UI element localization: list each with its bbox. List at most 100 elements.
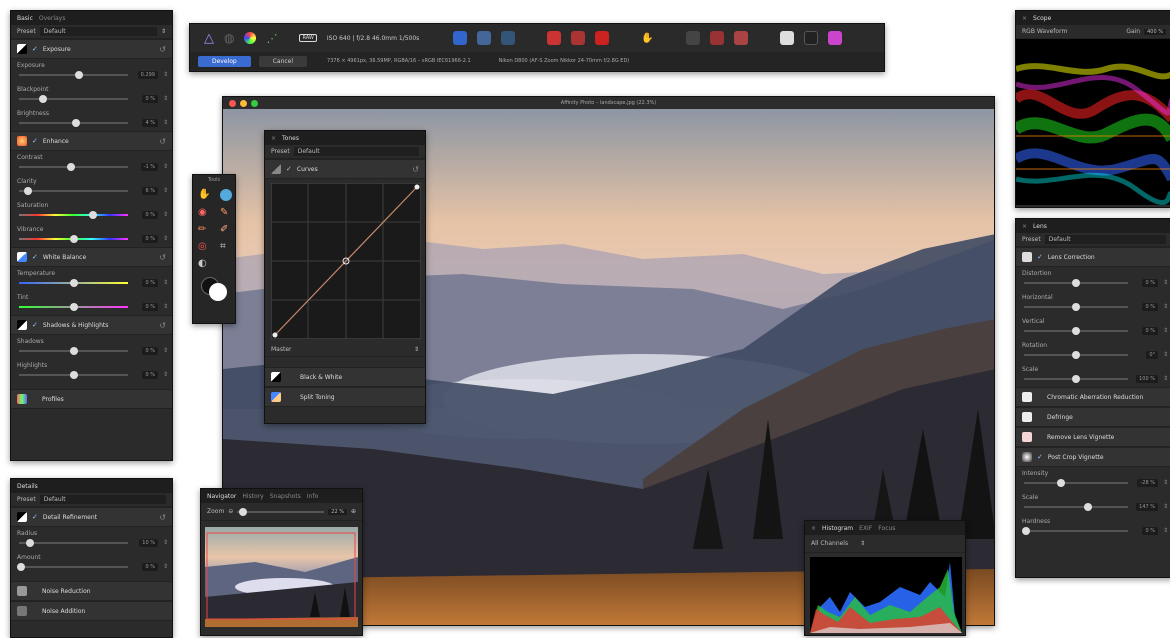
develop-button[interactable]: Develop	[198, 55, 251, 67]
slider-knob[interactable]	[1022, 527, 1031, 535]
tab-details[interactable]: Details	[17, 483, 38, 490]
exposure-section[interactable]: ✓ Exposure ↺	[11, 39, 172, 59]
reset-icon[interactable]: ↺	[159, 253, 166, 262]
white-balance-tool-icon[interactable]: ◐	[198, 258, 214, 269]
close-icon[interactable]: ×	[1022, 15, 1027, 22]
slider-knob[interactable]	[25, 539, 34, 547]
close-icon[interactable]: ×	[1022, 223, 1027, 230]
slider-knob[interactable]	[69, 235, 78, 243]
slider-knob[interactable]	[89, 211, 98, 219]
channel-dropdown[interactable]: All Channels	[811, 540, 848, 547]
tab-scope[interactable]: Scope	[1033, 15, 1051, 22]
preset-dropdown[interactable]: Default	[39, 27, 157, 36]
slider-knob[interactable]	[17, 563, 26, 571]
chromatic-aberration-section[interactable]: Chromatic Aberration Reduction	[1016, 387, 1170, 407]
slider-value[interactable]: -1 %	[140, 163, 158, 171]
noise-reduction-section[interactable]: Noise Reduction	[11, 581, 172, 601]
slider-value[interactable]: 0.299	[137, 71, 158, 79]
profiles-section[interactable]: Profiles	[11, 389, 172, 409]
slider-value[interactable]: 0 %	[142, 303, 158, 311]
slider-track[interactable]	[1022, 527, 1128, 535]
slider-knob[interactable]	[1084, 503, 1093, 511]
stepper-icon[interactable]: ⇕	[163, 279, 168, 286]
color-bg-icon[interactable]	[827, 31, 842, 45]
slider-value[interactable]: 0 %	[142, 563, 158, 571]
stepper-icon[interactable]: ⇕	[163, 187, 168, 194]
tab-navigator[interactable]: Navigator	[207, 493, 236, 500]
blemish-tool-icon[interactable]: ✎	[220, 207, 235, 218]
foreground-color-swatch[interactable]	[209, 283, 227, 301]
slider-value[interactable]: 0°	[1146, 351, 1158, 359]
slider-track[interactable]	[19, 95, 128, 103]
slider-knob[interactable]	[1057, 479, 1066, 487]
stepper-icon[interactable]: ⇕	[163, 371, 168, 378]
slider-value[interactable]: 0 %	[1142, 303, 1158, 311]
slider-value[interactable]: 100 %	[1136, 375, 1158, 383]
slider-value[interactable]: 147 %	[1136, 503, 1158, 511]
checkmark-icon[interactable]: ✓	[32, 253, 38, 261]
stepper-icon[interactable]: ⇕	[163, 563, 168, 570]
slider-track[interactable]	[19, 119, 128, 127]
noise-addition-section[interactable]: Noise Addition	[11, 601, 172, 621]
stepper-icon[interactable]: ⇕	[1163, 503, 1168, 510]
gain-value[interactable]: 400 %	[1144, 28, 1166, 35]
slider-track[interactable]	[19, 279, 128, 287]
black-bg-icon[interactable]	[803, 31, 818, 45]
crop-tool-icon[interactable]	[685, 31, 700, 45]
chevron-updown-icon[interactable]: ⇕	[161, 28, 166, 35]
slider-knob[interactable]	[1072, 303, 1080, 311]
slider-knob[interactable]	[69, 347, 78, 355]
zoom-value[interactable]: 22 %	[328, 508, 347, 515]
slider-value[interactable]: 0 %	[142, 347, 158, 355]
checkmark-icon[interactable]: ✓	[1037, 253, 1043, 261]
slider-value[interactable]: 0 %	[1142, 279, 1158, 287]
tab-history[interactable]: History	[242, 493, 263, 500]
stepper-icon[interactable]: ⇕	[163, 95, 168, 102]
develop-persona-icon[interactable]: △	[204, 31, 214, 46]
defringe-section[interactable]: Defringe	[1016, 407, 1170, 427]
tab-info[interactable]: Info	[307, 493, 318, 500]
slider-value[interactable]: 0 %	[142, 235, 158, 243]
slider-value[interactable]: 0 %	[142, 95, 158, 103]
clipped-highlights-icon[interactable]	[595, 31, 610, 45]
color-swatch[interactable]	[193, 273, 235, 307]
mirror-view-icon[interactable]	[501, 31, 516, 45]
checkmark-icon[interactable]: ✓	[32, 137, 38, 145]
tab-basic[interactable]: Basic	[17, 15, 33, 22]
slider-value[interactable]: 4 %	[142, 119, 158, 127]
close-icon[interactable]: ×	[811, 525, 816, 532]
stepper-icon[interactable]: ⇕	[1163, 351, 1168, 358]
slider-track[interactable]	[1024, 327, 1128, 335]
slider-knob[interactable]	[69, 279, 78, 287]
curves-section[interactable]: ✓ Curves ↺	[265, 159, 425, 179]
stepper-icon[interactable]: ⇕	[163, 211, 168, 218]
remove-vignette-section[interactable]: Remove Lens Vignette	[1016, 427, 1170, 447]
curves-graph[interactable]	[271, 183, 421, 339]
stepper-icon[interactable]: ⇕	[1163, 375, 1168, 382]
preset-dropdown[interactable]: Default	[293, 147, 419, 156]
navigator-thumbnail[interactable]	[205, 527, 358, 627]
slider-track[interactable]	[19, 371, 128, 379]
tab-snapshots[interactable]: Snapshots	[270, 493, 301, 500]
white-balance-section[interactable]: ✓ White Balance ↺	[11, 247, 172, 267]
slider-knob[interactable]	[1072, 327, 1080, 335]
reset-icon[interactable]: ↺	[412, 165, 419, 174]
tab-lens[interactable]: Lens	[1033, 223, 1047, 230]
slider-value[interactable]: 10 %	[139, 539, 158, 547]
slider-knob[interactable]	[1072, 279, 1080, 287]
slider-value[interactable]: -28 %	[1137, 479, 1158, 487]
split-toning-section[interactable]: Split Toning	[265, 387, 425, 407]
slider-knob[interactable]	[74, 71, 83, 79]
slider-track[interactable]	[19, 187, 128, 195]
zoom-tool-icon[interactable]	[220, 189, 232, 201]
split-view-icon[interactable]	[477, 31, 492, 45]
slider-track[interactable]	[19, 163, 128, 171]
checkmark-icon[interactable]: ✓	[32, 513, 38, 521]
slider-knob[interactable]	[71, 119, 80, 127]
slider-track[interactable]	[1024, 503, 1128, 511]
assistant-icon[interactable]	[453, 31, 468, 45]
slider-track[interactable]	[19, 71, 128, 79]
redeye-tool-icon[interactable]	[709, 31, 724, 45]
slider-track[interactable]	[1024, 479, 1128, 487]
scope-mode-dropdown[interactable]: RGB Waveform	[1022, 28, 1122, 35]
